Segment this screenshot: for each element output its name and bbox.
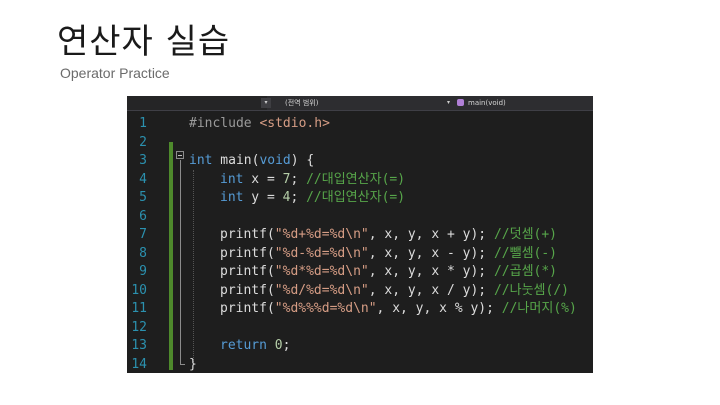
code-text: ) {: [290, 153, 315, 168]
function-call: printf(: [220, 245, 275, 261]
preprocessor-directive: #include: [189, 116, 252, 131]
code-line-14: }: [189, 356, 197, 374]
comment: //나눗셈(/): [493, 282, 569, 298]
line-number: 7: [139, 227, 147, 242]
keyword: return: [220, 338, 267, 353]
function-call: printf(: [220, 264, 275, 279]
line-number: 8: [139, 245, 147, 261]
code-area[interactable]: #include <stdio.h> int main(void) { int …: [189, 111, 589, 373]
include-header: <stdio.h>: [259, 116, 330, 131]
change-tracking-bar: [169, 142, 173, 370]
code-line-5: int y = 4; //대입연산자(=): [220, 189, 405, 208]
code-line-3: int main(void) {: [189, 152, 314, 171]
function-dropdown[interactable]: main(void): [468, 98, 506, 108]
line-number: 3: [139, 153, 147, 168]
line-number: 10: [131, 282, 147, 298]
code-line-4: int x = 7; //대입연산자(=): [220, 171, 405, 190]
code-line-11: printf("%d%%%d=%d\n", x, y, x % y); //나머…: [220, 300, 577, 319]
fold-guide: [180, 160, 181, 365]
line-number: 13: [131, 338, 147, 353]
function-call: printf(: [220, 301, 275, 316]
line-number: 12: [131, 319, 147, 335]
line-number: 1: [139, 116, 147, 131]
code-text: x =: [243, 171, 283, 187]
method-icon: [457, 99, 464, 106]
line-number: 14: [131, 356, 147, 372]
slide-title: 연산자 실습: [57, 22, 231, 62]
keyword: int: [220, 171, 244, 187]
comment: //대입연산자(=): [306, 171, 406, 187]
function-signature: main(: [212, 153, 260, 168]
line-number: 4: [139, 171, 147, 187]
comment: //대입연산자(=): [306, 190, 406, 205]
function-call: printf(: [220, 282, 275, 298]
code-text: ;: [290, 171, 307, 187]
code-line-10: printf("%d/%d=%d\n", x, y, x / y); //나눗셈…: [220, 282, 569, 301]
scope-dropdown[interactable]: (전역 범위): [285, 98, 318, 108]
code-text: , x, y, x + y);: [368, 227, 494, 242]
line-number: 5: [139, 190, 147, 205]
comment: //나머지(%): [501, 301, 577, 316]
code-line-8: printf("%d-%d=%d\n", x, y, x - y); //뺄셈(…: [220, 245, 557, 264]
comment: //뺄셈(-): [493, 245, 558, 261]
code-text: ;: [290, 190, 307, 205]
fold-guide-end: [180, 364, 185, 365]
line-number: 9: [139, 264, 147, 279]
line-number-gutter: 1 2 3 4 5 6 7 8 9 10 11 12 13 14: [127, 111, 167, 373]
project-dropdown[interactable]: [127, 96, 267, 110]
slide-subtitle: Operator Practice: [60, 65, 170, 81]
code-line-9: printf("%d*%d=%d\n", x, y, x * y); //곱셈(…: [220, 263, 557, 282]
code-text: ;: [282, 338, 291, 353]
code-text: , x, y, x * y);: [368, 264, 494, 279]
string-literal: "%d+%d=%d\n": [274, 227, 369, 242]
string-literal: "%d-%d=%d\n": [274, 245, 369, 261]
code-line-1: #include <stdio.h>: [189, 115, 330, 134]
chevron-down-icon[interactable]: ▾: [447, 98, 450, 108]
keyword: void: [259, 153, 291, 168]
string-literal: "%d/%d=%d\n": [274, 282, 369, 298]
code-line-13: return 0;: [220, 337, 290, 356]
code-line-7: printf("%d+%d=%d\n", x, y, x + y); //덧셈(…: [220, 226, 557, 245]
comment: //덧셈(+): [493, 227, 558, 242]
keyword: int: [220, 190, 244, 205]
string-literal: "%d%%%d=%d\n": [274, 301, 377, 316]
collapse-icon[interactable]: [176, 151, 184, 159]
navigation-bar: ▾ (전역 범위) ▾ main(void): [127, 96, 593, 111]
closing-brace: }: [189, 356, 197, 372]
code-text: y =: [243, 190, 283, 205]
code-text: , x, y, x - y);: [368, 245, 494, 261]
chevron-down-icon[interactable]: ▾: [261, 98, 271, 108]
code-text: , x, y, x % y);: [376, 301, 502, 316]
string-literal: "%d*%d=%d\n": [274, 264, 369, 279]
number-literal: 0: [266, 338, 283, 353]
comment: //곱셈(*): [493, 264, 558, 279]
line-number: 2: [139, 134, 147, 150]
line-number: 6: [139, 208, 147, 224]
keyword: int: [189, 153, 213, 168]
function-call: printf(: [220, 227, 275, 242]
code-editor[interactable]: ▾ (전역 범위) ▾ main(void) 1 2 3 4 5 6 7 8 9…: [127, 96, 593, 373]
code-text: , x, y, x / y);: [368, 282, 494, 298]
line-number: 11: [131, 301, 147, 316]
